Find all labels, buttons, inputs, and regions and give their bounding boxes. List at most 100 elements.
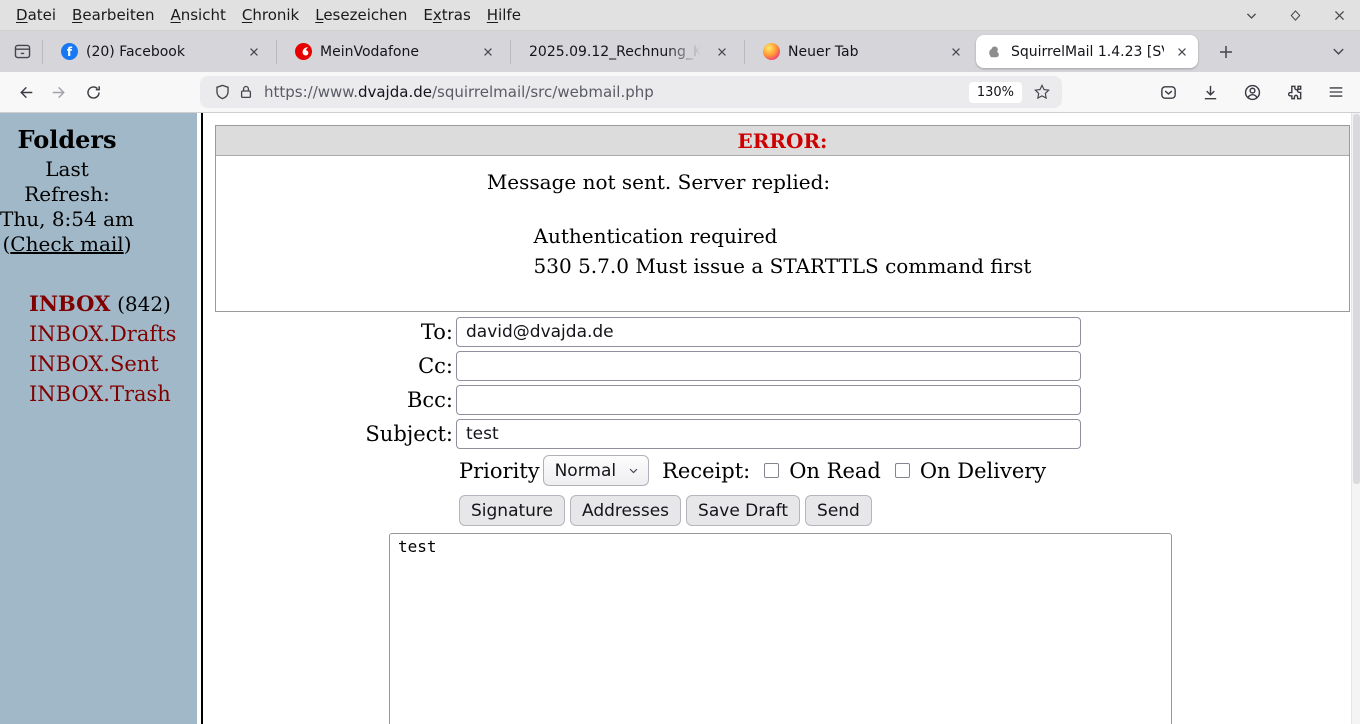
window-maximize-button[interactable] [1288, 9, 1302, 23]
tab-meinvodafone[interactable]: MeinVodafone [281, 31, 506, 72]
tab-rechnung-pdf[interactable]: 2025.09.12_Rechnung_Kunden [515, 31, 740, 72]
priority-selected-value: Normal [555, 461, 617, 481]
addresses-button[interactable]: Addresses [570, 495, 681, 526]
star-icon [1033, 83, 1051, 101]
window-minimize-button[interactable] [1244, 9, 1258, 23]
tab-facebook[interactable]: (20) Facebook [47, 31, 272, 72]
diamond-icon [1289, 9, 1302, 22]
tab-title: (20) Facebook [86, 44, 236, 60]
reload-button[interactable] [78, 77, 108, 107]
bcc-input[interactable] [456, 385, 1081, 415]
shield-icon[interactable] [210, 80, 234, 104]
tab-title: SquirrelMail 1.4.23 [SVN] [1011, 44, 1164, 60]
send-button[interactable]: Send [805, 495, 872, 526]
tab-separator [276, 40, 277, 64]
list-all-tabs-button[interactable] [1322, 36, 1354, 68]
lock-icon[interactable] [234, 80, 258, 104]
puzzle-icon [1285, 83, 1304, 102]
cc-label: Cc: [207, 354, 456, 378]
tab-close-button[interactable] [478, 42, 498, 62]
cc-row: Cc: [207, 351, 1360, 381]
close-icon [716, 46, 728, 58]
firefox-view-button[interactable] [6, 36, 38, 68]
reload-icon [85, 84, 102, 101]
page-scrollbar[interactable] [1351, 113, 1360, 724]
to-row: To: [207, 317, 1360, 347]
receipt-on-read-checkbox[interactable] [764, 463, 779, 478]
menu-chronik[interactable]: Chronik [234, 0, 307, 31]
server-reply-line2: 530 5.7.0 Must issue a STARTTLS command … [534, 251, 1032, 281]
tab-close-button[interactable] [712, 42, 732, 62]
priority-select[interactable]: Normal [543, 455, 650, 486]
tab-squirrelmail-active[interactable]: SquirrelMail 1.4.23 [SVN] [976, 35, 1198, 68]
menu-hilfe[interactable]: Hilfe [479, 0, 529, 31]
menu-datei[interactable]: Datei [8, 0, 64, 31]
extensions-button[interactable] [1280, 78, 1308, 106]
url-path: /squirrelmail/src/webmail.php [432, 83, 654, 101]
folders-title: Folders [0, 127, 134, 152]
compose-frame: ERROR: Message not sent. Server replied:… [207, 113, 1360, 724]
folder-list: INBOX (842) INBOX.Drafts INBOX.Sent INBO… [0, 289, 197, 409]
close-icon [1333, 9, 1346, 22]
page-content: Folders Last Refresh: Thu, 8:54 am (Chec… [0, 113, 1360, 724]
priority-label: Priority [459, 459, 540, 483]
tab-close-button[interactable] [1172, 42, 1192, 62]
tab-close-button[interactable] [946, 42, 966, 62]
back-button[interactable] [10, 77, 40, 107]
menubar: Datei Bearbeiten Ansicht Chronik Lesezei… [0, 0, 1360, 31]
tab-separator [744, 40, 745, 64]
toolbar-right-icons [1154, 78, 1350, 106]
scrollbar-thumb[interactable] [1353, 114, 1360, 484]
window-close-button[interactable] [1332, 9, 1346, 23]
menu-extras[interactable]: Extras [415, 0, 478, 31]
subject-input[interactable] [456, 419, 1081, 449]
pocket-save-button[interactable] [1154, 78, 1182, 106]
message-body-textarea[interactable]: test [389, 533, 1172, 724]
tab-close-button[interactable] [244, 42, 264, 62]
error-header: ERROR: [216, 126, 1349, 156]
server-reply: Authentication required 530 5.7.0 Must i… [534, 221, 1032, 281]
save-draft-button[interactable]: Save Draft [686, 495, 800, 526]
navigation-toolbar: https://www.dvajda.de/squirrelmail/src/w… [0, 72, 1360, 113]
folder-unread-count: (842) [117, 292, 171, 316]
check-mail-link[interactable]: Check mail [10, 232, 123, 256]
bookmark-star-button[interactable] [1030, 80, 1054, 104]
signature-button[interactable]: Signature [459, 495, 565, 526]
server-reply-wrap: Authentication required 530 5.7.0 Must i… [216, 221, 1349, 281]
bcc-row: Bcc: [207, 385, 1360, 415]
firefox-view-icon [13, 42, 32, 61]
folder-link-trash[interactable]: INBOX.Trash [29, 382, 171, 406]
to-input[interactable] [456, 317, 1081, 347]
downloads-button[interactable] [1196, 78, 1224, 106]
browser-window: Datei Bearbeiten Ansicht Chronik Lesezei… [0, 0, 1360, 724]
tab-separator [510, 40, 511, 64]
menu-lesezeichen[interactable]: Lesezeichen [307, 0, 415, 31]
on-delivery-label: On Delivery [920, 459, 1046, 483]
menu-ansicht[interactable]: Ansicht [162, 0, 233, 31]
app-menu-button[interactable] [1322, 78, 1350, 106]
new-tab-button[interactable] [1210, 36, 1242, 68]
menu-bearbeiten[interactable]: Bearbeiten [64, 0, 162, 31]
paren-close: ) [124, 232, 132, 256]
frame-divider[interactable] [201, 113, 203, 724]
tab-neuer-tab[interactable]: Neuer Tab [749, 31, 974, 72]
forward-button[interactable] [44, 77, 74, 107]
folder-link-drafts[interactable]: INBOX.Drafts [29, 322, 176, 346]
tab-title: Neuer Tab [788, 44, 938, 60]
url-bar[interactable]: https://www.dvajda.de/squirrelmail/src/w… [200, 76, 1062, 108]
tab-title: 2025.09.12_Rechnung_Kunden [529, 44, 704, 60]
close-icon [950, 46, 962, 58]
account-button[interactable] [1238, 78, 1266, 106]
cc-input[interactable] [456, 351, 1081, 381]
error-message: Message not sent. Server replied: [216, 170, 1101, 194]
receipt-on-delivery-checkbox[interactable] [895, 463, 910, 478]
chevron-down-icon [1245, 9, 1258, 22]
download-icon [1201, 83, 1220, 102]
zoom-level-badge[interactable]: 130% [969, 82, 1022, 103]
folders-sidebar: Folders Last Refresh: Thu, 8:54 am (Chec… [0, 113, 197, 724]
on-read-label: On Read [789, 459, 881, 483]
url-display[interactable]: https://www.dvajda.de/squirrelmail/src/w… [264, 83, 969, 101]
folder-link-sent[interactable]: INBOX.Sent [29, 352, 159, 376]
account-icon [1243, 83, 1262, 102]
folder-link-inbox[interactable]: INBOX [29, 291, 110, 316]
